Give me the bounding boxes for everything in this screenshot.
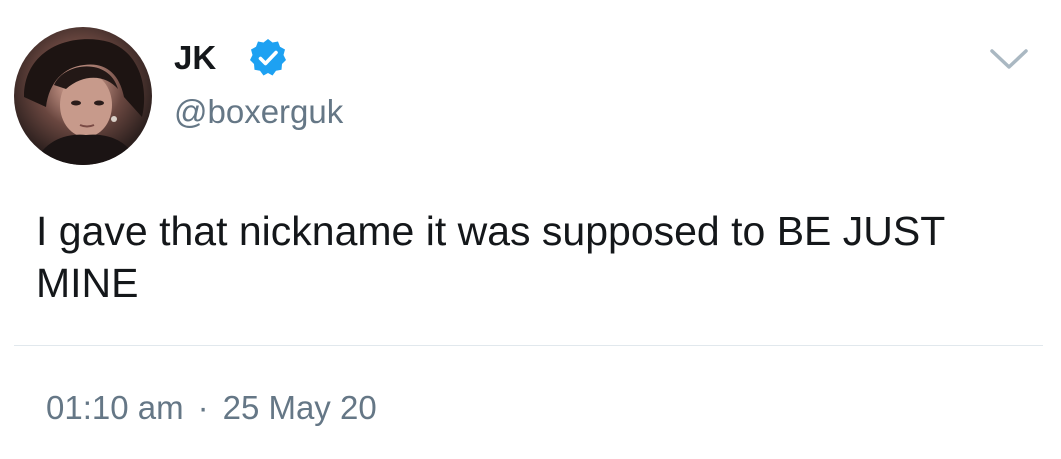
- display-name[interactable]: JK: [174, 38, 216, 78]
- avatar[interactable]: [14, 27, 152, 165]
- user-handle[interactable]: @boxerguk: [174, 92, 343, 132]
- divider: [14, 345, 1043, 346]
- tweet-time: 01:10 am: [46, 389, 184, 426]
- avatar-image: [24, 39, 145, 165]
- verified-badge-icon: [250, 39, 286, 76]
- tweet-card: JK @boxerguk I gave that nickname it was…: [0, 0, 1061, 459]
- tweet-date: 25 May 20: [222, 389, 377, 426]
- chevron-down-icon[interactable]: [988, 46, 1030, 74]
- tweet-timestamp[interactable]: 01:10 am · 25 May 20: [46, 388, 377, 428]
- tweet-text: I gave that nickname it was supposed to …: [36, 208, 956, 306]
- separator-dot: ·: [197, 389, 209, 426]
